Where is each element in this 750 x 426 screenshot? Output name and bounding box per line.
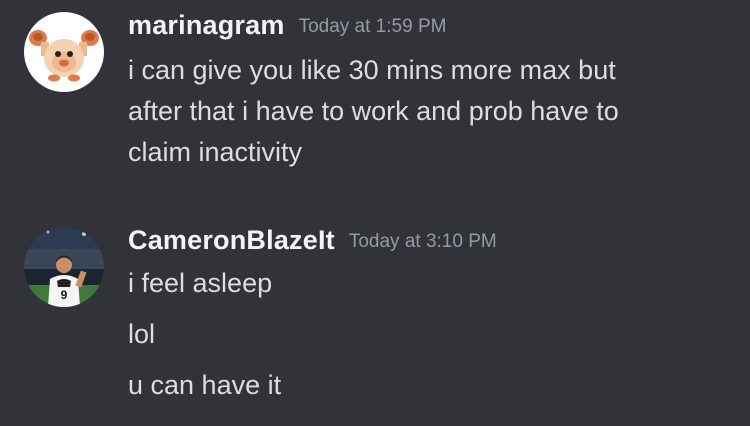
message-text-line: i feel asleep <box>128 268 273 298</box>
avatar[interactable]: 9 <box>24 227 104 307</box>
monkey-pokemon-avatar-icon <box>24 12 104 92</box>
message-header: marinagram Today at 1:59 PM <box>128 10 446 41</box>
timestamp[interactable]: Today at 3:10 PM <box>349 231 497 252</box>
message-text-line: after that i have to work and prob have … <box>128 96 619 126</box>
message-text-line: claim inactivity <box>128 137 303 167</box>
username[interactable]: marinagram <box>128 10 285 40</box>
message-header: CameronBlazeIt Today at 3:10 PM <box>128 225 497 256</box>
timestamp[interactable]: Today at 1:59 PM <box>299 16 447 37</box>
message-content: i can give you like 30 mins more max but… <box>128 50 728 173</box>
avatar[interactable] <box>24 12 104 92</box>
message-text-line: lol <box>128 319 156 349</box>
svg-text:9: 9 <box>61 288 68 302</box>
football-player-avatar-icon: 9 <box>24 227 104 307</box>
message-text-line: u can have it <box>128 370 282 400</box>
message-text-line: i can give you like 30 mins more max but <box>128 55 616 85</box>
username[interactable]: CameronBlazeIt <box>128 225 335 255</box>
message-content: i feel asleep lol u can have it <box>128 265 728 418</box>
